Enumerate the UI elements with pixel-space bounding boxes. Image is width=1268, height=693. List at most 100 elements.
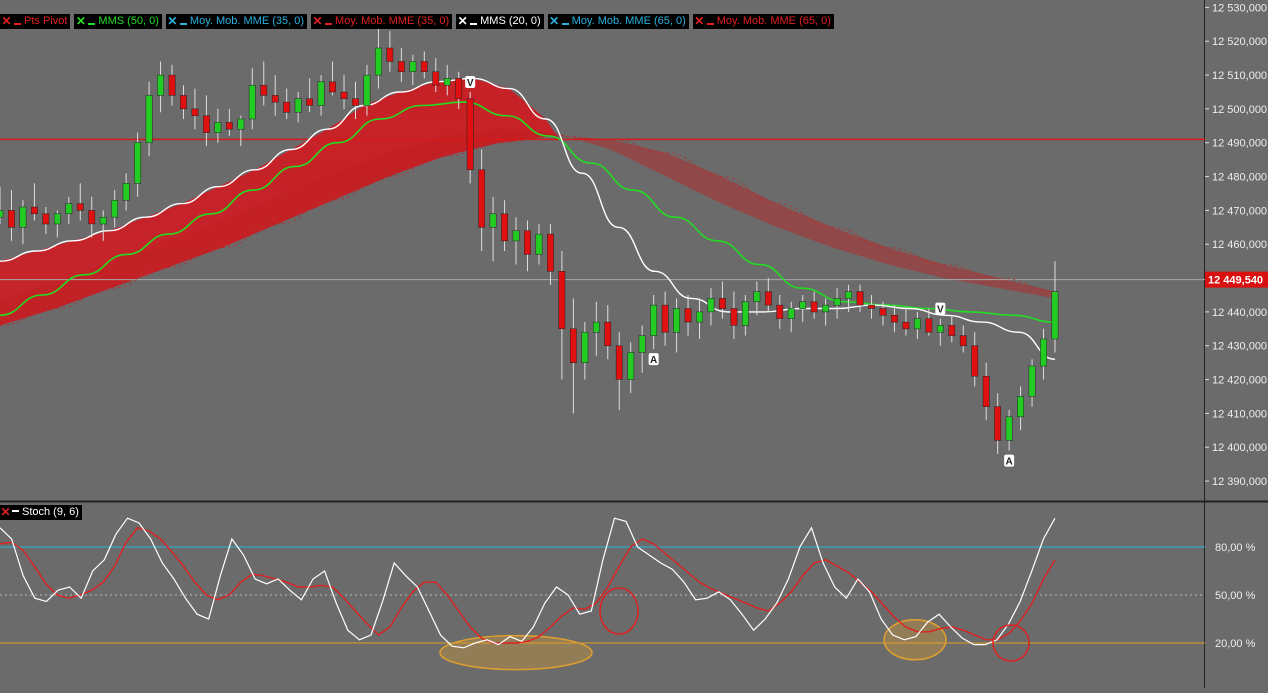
price-tick-label: 12 480,000: [1212, 172, 1267, 184]
candle-down: [524, 230, 531, 255]
legend-item-6[interactable]: ✕ Moy. Mob. MME (65, 0): [692, 13, 834, 29]
candle-down: [868, 304, 875, 309]
candle-down: [982, 375, 990, 407]
price-tick-label: 12 420,000: [1212, 375, 1267, 387]
candle-up: [248, 84, 256, 120]
signal-marker-label: V: [937, 305, 944, 316]
candle-up: [53, 213, 61, 225]
close-icon[interactable]: ✕: [75, 14, 86, 28]
stoch-tick-label: 20,00 %: [1215, 638, 1256, 650]
candle-down: [191, 108, 199, 116]
close-icon[interactable]: ✕: [167, 14, 178, 28]
price-tick-label: 12 490,000: [1212, 138, 1267, 150]
close-icon[interactable]: ✕: [0, 505, 11, 520]
candle-down: [558, 271, 566, 330]
legend-item-2[interactable]: ✕ Moy. Mob. MME (35, 0): [165, 13, 308, 29]
price-tick-label: 12 530,000: [1212, 2, 1267, 14]
current-price-label: 12 449,540: [1208, 275, 1263, 287]
minimize-icon[interactable]: [324, 15, 333, 28]
candle-down: [386, 47, 394, 62]
legend-label: Moy. Mob. MME (65, 0): [716, 14, 831, 27]
legend-item-1[interactable]: ✕ MMS (50, 0): [74, 13, 162, 29]
candle-up: [787, 308, 795, 319]
stoch-tick-label: 80,00 %: [1215, 542, 1256, 554]
stoch-legend: ✕ Stoch (9, 6): [0, 505, 82, 520]
price-tick-label: 12 440,000: [1212, 307, 1267, 319]
candle-down: [203, 115, 210, 133]
close-icon[interactable]: ✕: [694, 14, 705, 28]
candle-down: [569, 328, 577, 363]
candle-down: [684, 308, 692, 323]
candle-down: [604, 321, 612, 347]
candle-up: [157, 74, 164, 96]
signal-marker-label: A: [650, 355, 657, 366]
close-icon[interactable]: ✕: [549, 14, 560, 28]
legend-label: Pts Pivot: [24, 14, 68, 27]
candle-down: [42, 213, 50, 225]
price-tick-label: 12 520,000: [1212, 36, 1267, 48]
candle-up: [707, 298, 715, 313]
candle-up: [913, 318, 921, 330]
legend-item-4[interactable]: ✕ MMS (20, 0): [456, 13, 544, 29]
candle-down: [730, 308, 738, 326]
candle-up: [627, 352, 635, 380]
minimize-icon[interactable]: [179, 15, 188, 28]
candle-up: [111, 199, 119, 218]
minimize-icon[interactable]: [13, 15, 22, 28]
legend-item-0[interactable]: ✕ Pts Pivot: [0, 13, 71, 29]
signal-marker-label: A: [1006, 457, 1013, 468]
candle-up: [535, 233, 543, 255]
minimize-icon[interactable]: [469, 15, 478, 28]
candle-up: [489, 213, 497, 228]
legend-item-5[interactable]: ✕ Moy. Mob. MME (65, 0): [547, 13, 689, 29]
candle-down: [891, 315, 898, 323]
candle-down: [615, 345, 623, 380]
candle-up: [409, 61, 417, 72]
candle-up: [650, 304, 658, 336]
chart-canvas[interactable]: V A V A 12 530,000 12 520,000 12 510,000 12 50…: [0, 0, 1268, 688]
candle-up: [845, 291, 852, 299]
minimize-icon[interactable]: [87, 15, 96, 28]
candle-up: [0, 210, 4, 218]
candle-down: [306, 98, 314, 106]
candle-down: [271, 95, 279, 103]
close-icon[interactable]: ✕: [312, 14, 323, 28]
candle-down: [547, 233, 554, 272]
candle-up: [822, 304, 830, 313]
candle-up: [673, 308, 680, 333]
price-tick-label: 12 510,000: [1212, 70, 1267, 82]
candle-up: [638, 335, 646, 353]
candle-down: [925, 318, 933, 333]
candle-up: [443, 78, 451, 86]
stoch-tick-label: 50,00 %: [1215, 590, 1256, 602]
candle-up: [1005, 416, 1013, 441]
candle-down: [661, 304, 669, 333]
candle-up: [294, 98, 302, 113]
candle-up: [214, 122, 222, 133]
candle-down: [283, 101, 291, 113]
candle-up: [1051, 291, 1059, 340]
legend-label: Moy. Mob. MME (35, 0): [335, 14, 450, 27]
minimize-icon[interactable]: [706, 15, 715, 28]
candle-down: [776, 304, 784, 319]
price-tick-label: 12 390,000: [1212, 476, 1267, 488]
candle-down: [971, 345, 979, 377]
candle-up: [317, 81, 325, 106]
close-icon[interactable]: ✕: [1, 14, 12, 28]
close-icon[interactable]: ✕: [457, 14, 468, 28]
candle-down: [455, 78, 463, 99]
price-tick-label: 12 460,000: [1212, 239, 1267, 251]
candle-down: [478, 169, 486, 228]
minimize-icon[interactable]: [11, 510, 20, 515]
candle-up: [512, 230, 520, 242]
candle-up: [799, 301, 807, 309]
price-tick-label: 12 430,000: [1212, 341, 1267, 353]
candle-up: [122, 183, 130, 201]
legend-label: MMS (50, 0): [98, 14, 159, 27]
legend-item-3[interactable]: ✕ Moy. Mob. MME (35, 0): [311, 13, 453, 29]
price-tick-label: 12 470,000: [1212, 205, 1267, 217]
candle-up: [19, 206, 27, 228]
price-tick-label: 12 410,000: [1212, 408, 1267, 420]
candle-up: [833, 298, 841, 306]
minimize-icon[interactable]: [561, 15, 570, 28]
